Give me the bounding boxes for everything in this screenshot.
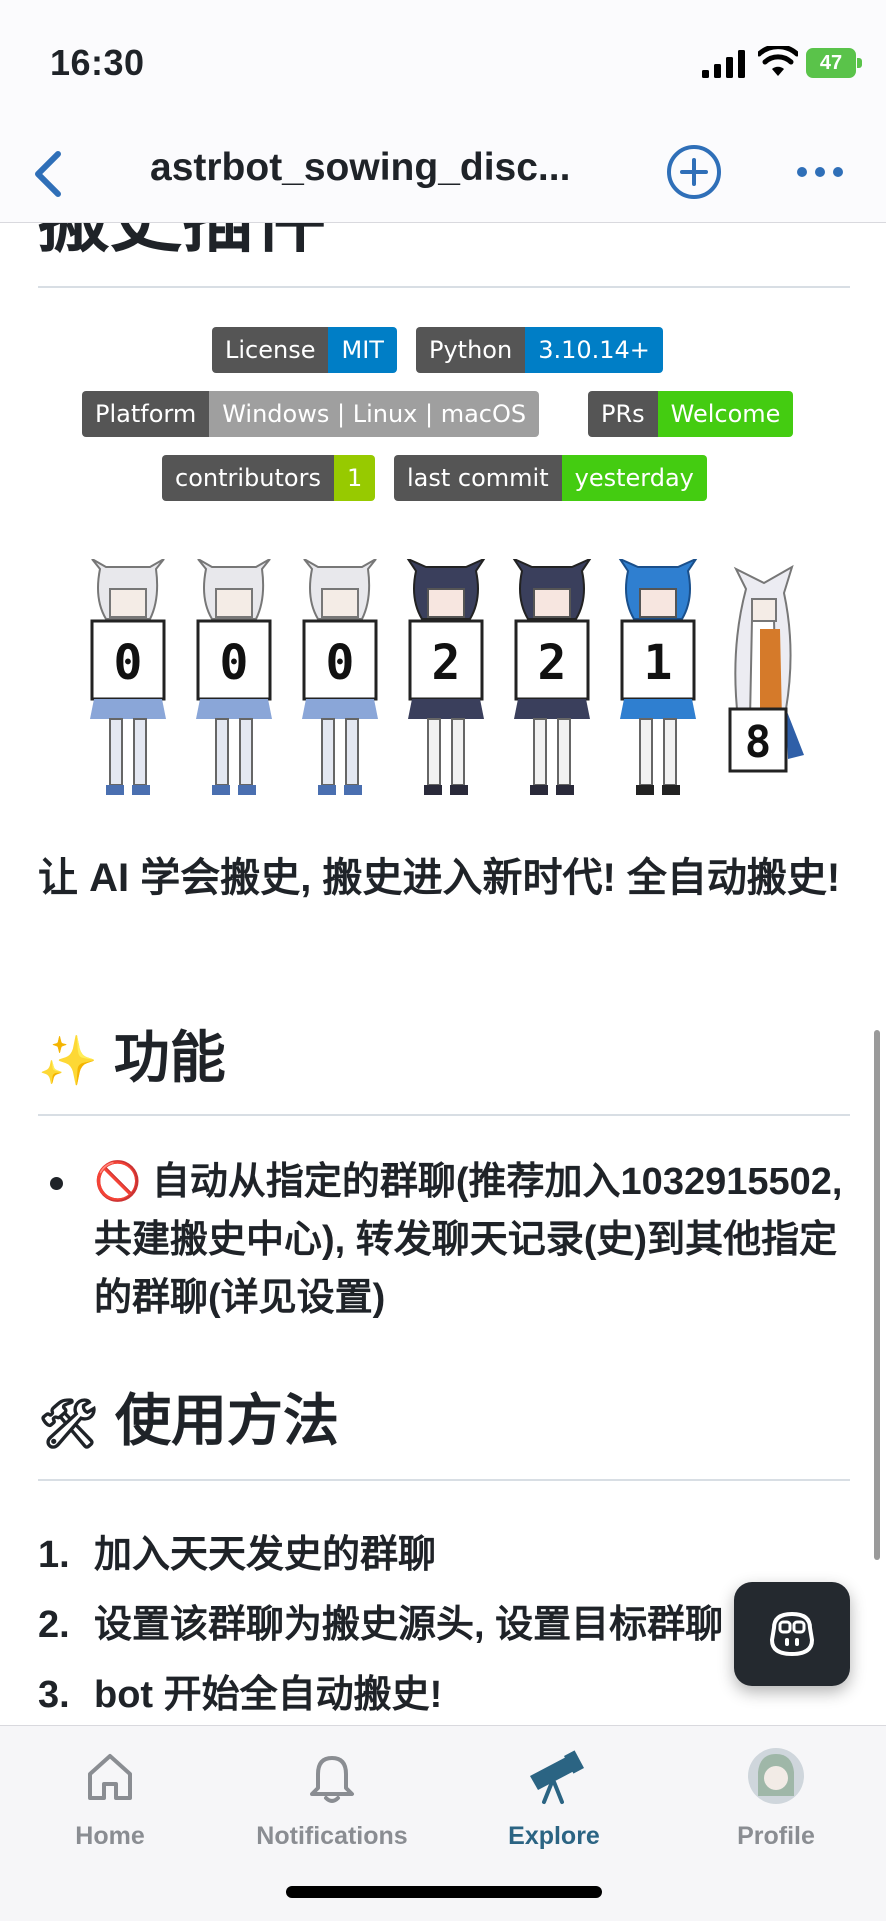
counter-digit: 1 [644,635,673,691]
bullet [50,1177,63,1190]
tools-icon: 🛠 [38,1398,99,1451]
contributors-badge[interactable]: contributors 1 [162,455,376,501]
tab-explore[interactable]: Explore [454,1746,654,1856]
license-badge[interactable]: License MIT [212,327,397,373]
counter-digit: 0 [114,635,143,691]
tab-notifications[interactable]: Notifications [232,1746,432,1856]
readme-content[interactable]: 搬史插件 License MIT Python 3.10.14+ Platfor… [0,223,886,1725]
last-commit-badge[interactable]: last commit yesterday [394,455,707,501]
counter-character: 0 [196,559,272,795]
nav-header: astrbot_sowing_disc... [0,130,886,223]
counter-digit: 2 [432,635,461,691]
bell-icon [310,1756,354,1803]
more-options-icon[interactable] [790,142,850,202]
intro-text: 让 AI 学会搬史, 搬史进入新时代! 全自动搬史! [38,856,841,900]
features-divider [38,1114,850,1116]
counter-character: 1 [618,559,698,795]
platform-badge[interactable]: Platform Windows | Linux | macOS [82,391,540,437]
features-heading: ✨ 功能 [38,1026,226,1089]
prs-badge[interactable]: PRs Welcome [588,391,794,437]
add-circle-icon[interactable] [664,142,724,202]
tab-profile[interactable]: Profile [676,1746,876,1856]
counter-character: 0 [302,559,378,795]
counter-character: 2 [406,559,486,795]
status-time: 16:30 [50,42,145,83]
prohibited-icon: 🚫 [94,1161,142,1203]
sparkles-icon: ✨ [38,1035,98,1088]
status-bar: 16:30 47 [0,0,886,130]
readme-title: 搬史插件 [38,223,326,266]
feature-list-item: 🚫 自动从指定的群聊(推荐加入1032915502, 共建搬史中心), 转发聊天… [38,1153,850,1327]
avatar [748,1748,804,1804]
counter-digit: 8 [745,717,772,768]
usage-step: 1. 加入天天发史的群聊 [38,1534,437,1576]
home-indicator [286,1886,602,1898]
python-badge[interactable]: Python 3.10.14+ [416,327,663,373]
counter-digit: 0 [326,635,355,691]
home-icon [88,1754,132,1800]
copilot-icon [769,1611,815,1657]
counter-character: 2 [512,559,592,795]
repo-title: astrbot_sowing_disc... [150,146,571,189]
battery-level: 47 [819,52,843,74]
usage-step: 3. bot 开始全自动搬史! [38,1674,443,1716]
counter-digit: 2 [538,635,567,691]
visitor-counter-image: 0 0 0 2 2 1 8 [80,559,820,799]
copilot-button[interactable] [734,1582,850,1686]
counter-character: 8 [728,564,804,773]
counter-digit: 0 [220,635,249,691]
tab-home[interactable]: Home [10,1746,210,1856]
wifi-icon [758,46,798,76]
heading-divider [38,286,850,288]
scrollbar[interactable] [874,1030,880,1560]
cellular-signal-icon [702,50,745,78]
battery-icon: 47 [806,48,856,78]
counter-character: 0 [90,559,166,795]
usage-step: 2. 设置该群聊为搬史源头, 设置目标群聊 [38,1604,724,1646]
back-chevron-icon[interactable] [20,144,80,204]
usage-divider [38,1479,850,1481]
usage-heading: 🛠 使用方法 [38,1389,339,1452]
battery-tip [857,58,862,68]
telescope-icon [530,1750,584,1804]
